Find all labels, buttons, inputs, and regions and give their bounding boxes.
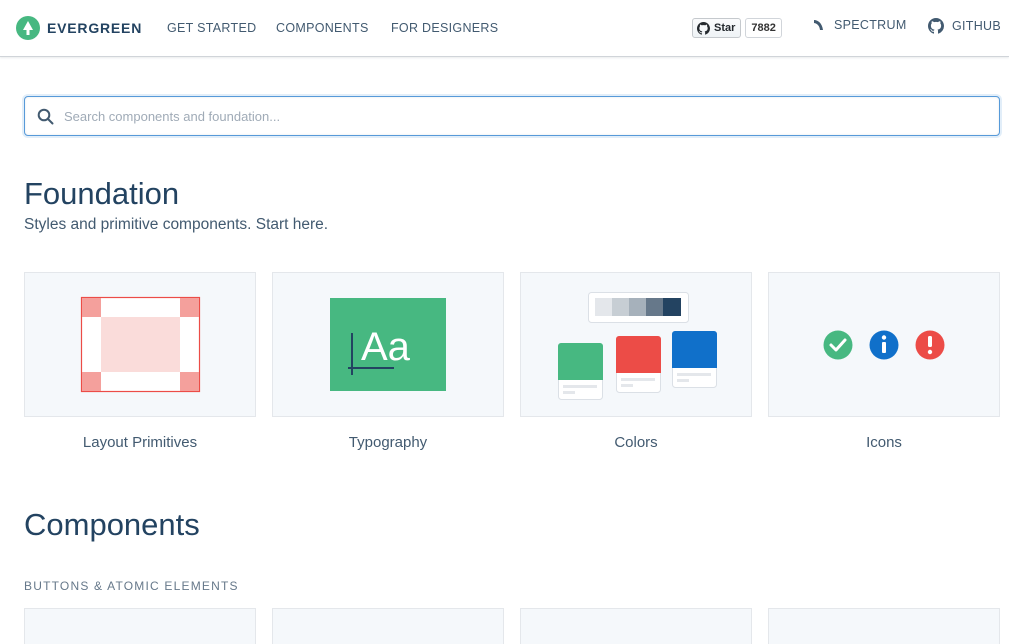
component-card[interactable]: [520, 608, 752, 644]
info-sign-icon: [869, 330, 899, 360]
component-card[interactable]: [768, 608, 1000, 644]
github-star-widget: Star 7882: [692, 18, 782, 38]
card-layout-primitives[interactable]: [24, 272, 256, 417]
typography-illustration: Aa: [330, 298, 446, 391]
foundation-heading: Foundation: [24, 176, 180, 211]
nav-github-label: GITHUB: [952, 19, 1002, 33]
component-card[interactable]: [24, 608, 256, 644]
card-label-layout-primitives: Layout Primitives: [82, 434, 198, 451]
typography-glyph: Aa: [361, 325, 411, 369]
brand-name: EVERGREEN: [47, 20, 143, 36]
nav-spectrum-label: SPECTRUM: [834, 18, 907, 32]
icons-illustration: [823, 330, 945, 360]
search-input[interactable]: [64, 97, 984, 135]
github-icon: [928, 18, 944, 34]
nav-get-started[interactable]: GET STARTED: [167, 21, 256, 35]
spectrum-icon: [814, 20, 823, 30]
evergreen-logo[interactable]: EVERGREEN: [16, 16, 142, 40]
github-star-count[interactable]: 7882: [745, 18, 782, 38]
card-icons[interactable]: [768, 272, 1000, 417]
github-star-button[interactable]: Star: [692, 18, 742, 38]
search-box: [24, 96, 1000, 136]
nav-for-designers[interactable]: FOR DESIGNERS: [391, 21, 498, 35]
card-typography[interactable]: Aa: [272, 272, 504, 417]
component-card[interactable]: [272, 608, 504, 644]
colors-illustration: [558, 292, 717, 400]
card-colors[interactable]: [520, 272, 752, 417]
card-label-icons: Icons: [866, 434, 902, 451]
top-navigation-bar: EVERGREEN GET STARTED COMPONENTS FOR DES…: [0, 0, 1009, 57]
search-icon: [37, 108, 54, 125]
layout-primitives-illustration: [80, 296, 201, 393]
section-label-buttons-atomic: BUTTONS & ATOMIC ELEMENTS: [24, 579, 239, 593]
nav-github[interactable]: GITHUB: [928, 18, 1001, 34]
error-icon: [915, 330, 945, 360]
github-icon: [697, 21, 710, 35]
components-heading: Components: [24, 507, 200, 542]
nav-spectrum[interactable]: SPECTRUM: [812, 18, 907, 32]
foundation-subtitle: Styles and primitive components. Start h…: [24, 216, 329, 233]
card-label-typography: Typography: [348, 434, 428, 451]
tick-circle-icon: [823, 330, 853, 360]
nav-components[interactable]: COMPONENTS: [276, 21, 369, 35]
github-star-label: Star: [714, 22, 736, 34]
evergreen-tree-icon: [16, 16, 40, 40]
card-label-colors: Colors: [614, 434, 658, 451]
